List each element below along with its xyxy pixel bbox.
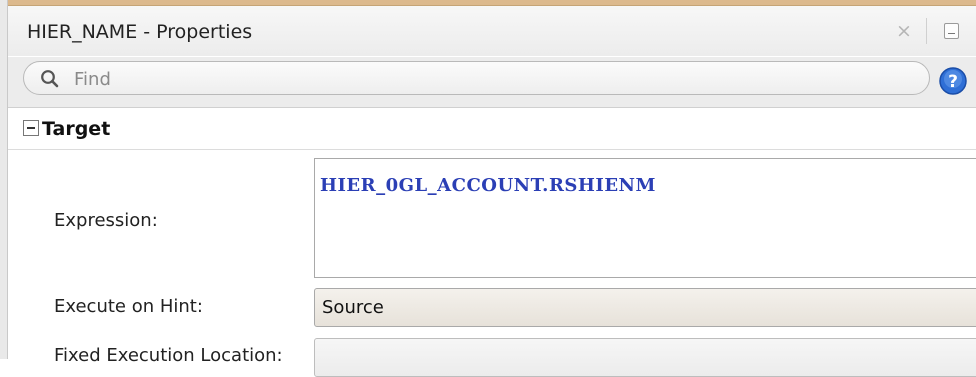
minimize-icon[interactable] [944, 23, 959, 39]
expression-field[interactable]: HIER_0GL_ACCOUNT.RSHIENM [314, 158, 976, 278]
section-title: Target [42, 118, 111, 140]
search-icon [41, 70, 59, 88]
properties-titlebar: HIER_NAME - Properties × [8, 6, 976, 56]
expression-value: HIER_0GL_ACCOUNT.RSHIENM [320, 175, 656, 196]
target-properties-form: Expression: HIER_0GL_ACCOUNT.RSHIENM Exe… [8, 150, 976, 377]
find-field-container[interactable] [23, 61, 930, 95]
expression-label: Expression: [54, 210, 158, 231]
help-icon[interactable]: ? [938, 66, 968, 96]
panel-left-edge [0, 0, 8, 359]
close-icon[interactable]: × [896, 20, 912, 42]
execute-on-hint-select[interactable]: Source [314, 288, 976, 327]
find-toolbar: ? [8, 57, 976, 108]
fixed-execution-location-select[interactable] [314, 338, 976, 377]
target-section-header[interactable]: Target [8, 109, 976, 150]
collapse-icon[interactable] [23, 120, 39, 136]
fixed-execution-location-label: Fixed Execution Location: [54, 345, 283, 366]
execute-on-hint-label: Execute on Hint: [54, 296, 203, 317]
window-title: HIER_NAME - Properties [27, 21, 253, 43]
titlebar-divider [926, 18, 927, 44]
svg-text:?: ? [948, 72, 958, 92]
find-input[interactable] [72, 65, 896, 93]
execute-on-hint-value: Source [322, 297, 384, 318]
